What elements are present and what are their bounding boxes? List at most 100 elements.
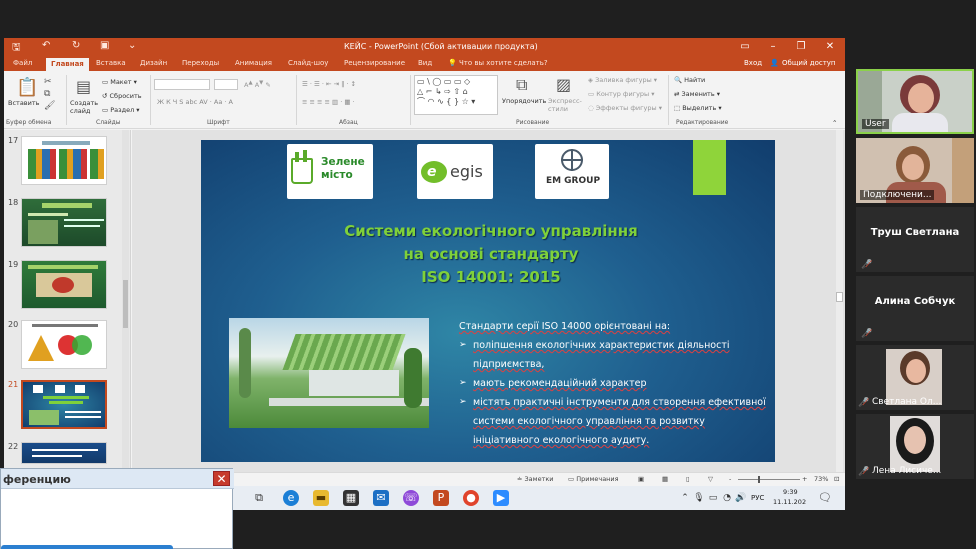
customize-qat-icon[interactable]: ⌄ bbox=[128, 40, 136, 51]
slideshow-view-icon[interactable]: ▽ bbox=[708, 475, 713, 483]
thumbnail-22[interactable] bbox=[21, 442, 107, 464]
mail-icon[interactable]: ✉ bbox=[373, 490, 389, 506]
quick-styles-icon[interactable]: ▨ bbox=[556, 75, 571, 94]
volume-icon[interactable]: 🔊 bbox=[733, 490, 749, 506]
align-buttons[interactable]: ≡ ≡ ≡ ≡ ▥ · ▦ · bbox=[302, 98, 355, 106]
thumbs-scrollbar[interactable] bbox=[122, 130, 129, 503]
new-slide-button[interactable]: Создать слайд bbox=[70, 99, 100, 115]
notifications-icon[interactable]: 🗨 bbox=[817, 490, 833, 506]
comments-button[interactable]: ▭ Примечания bbox=[568, 475, 619, 483]
share-icon[interactable]: 👤 bbox=[770, 59, 779, 67]
participant-tile[interactable]: User bbox=[856, 69, 974, 134]
zoom-slider[interactable] bbox=[738, 479, 800, 480]
tab-transitions[interactable]: Переходы bbox=[182, 59, 219, 67]
new-slide-icon[interactable]: ▤ bbox=[76, 77, 91, 96]
zoom-in-button[interactable]: + bbox=[802, 475, 807, 483]
font-name-combo[interactable] bbox=[154, 79, 210, 90]
clock-date[interactable]: 11.11.202 bbox=[773, 498, 806, 506]
paste-icon[interactable]: 📋 bbox=[16, 77, 38, 98]
reading-view-icon[interactable]: ▯ bbox=[686, 475, 690, 483]
collapse-ribbon-icon[interactable]: ⌃ bbox=[832, 119, 837, 127]
green-building-photo[interactable] bbox=[229, 318, 429, 428]
tab-slideshow[interactable]: Слайд-шоу bbox=[288, 59, 328, 67]
thumbnail-17[interactable] bbox=[21, 136, 107, 185]
present-icon[interactable]: ▣ bbox=[100, 40, 109, 51]
thumbnail-18[interactable] bbox=[21, 198, 107, 247]
participant-tile[interactable]: Подключени... bbox=[856, 138, 974, 203]
store-icon[interactable]: ▦ bbox=[343, 490, 359, 506]
layout-button[interactable]: ▭ Макет ▾ bbox=[102, 78, 137, 86]
cut-icon[interactable]: ✂ bbox=[44, 77, 52, 87]
reset-button[interactable]: ↺ Сбросить bbox=[102, 92, 142, 100]
participant-tile[interactable]: 🎤̸ Светлана Ол... bbox=[856, 345, 974, 410]
edge-icon[interactable]: e bbox=[283, 490, 299, 506]
undo-icon[interactable]: ↶ bbox=[42, 40, 50, 51]
paste-button[interactable]: Вставить bbox=[8, 99, 39, 107]
notes-button[interactable]: ≐ Заметки bbox=[517, 475, 554, 483]
thumbnail-21[interactable] bbox=[21, 380, 107, 429]
save-icon[interactable]: 🖫 bbox=[12, 40, 21, 57]
tell-me-input[interactable]: Что вы хотите сделать? bbox=[459, 59, 548, 67]
chrome-icon[interactable]: ● bbox=[463, 490, 479, 506]
language-indicator[interactable]: РУС bbox=[751, 494, 764, 502]
close-button[interactable]: ✕ bbox=[817, 39, 843, 55]
tab-view[interactable]: Вид bbox=[418, 59, 432, 67]
thumbnail-20[interactable] bbox=[21, 320, 107, 369]
viber-icon[interactable]: ☏ bbox=[403, 490, 419, 506]
zoom-out-button[interactable]: - bbox=[729, 475, 731, 483]
redo-icon[interactable]: ↻ bbox=[72, 40, 80, 51]
signin-link[interactable]: Вход bbox=[744, 59, 762, 67]
grow-font-button[interactable]: A▲ A▼ ✎ bbox=[244, 80, 271, 89]
font-size-combo[interactable] bbox=[214, 79, 238, 90]
tab-file[interactable]: Файл bbox=[13, 59, 32, 67]
participant-tile[interactable]: 🎤̸ Лена Лисиче... bbox=[856, 414, 974, 479]
zoom-icon[interactable]: ▶ bbox=[493, 490, 509, 506]
normal-view-icon[interactable]: ▣ bbox=[638, 475, 644, 483]
participant-tile[interactable]: Труш Светлана 🎤̸ bbox=[856, 207, 974, 272]
find-button[interactable]: 🔍 Найти bbox=[674, 76, 705, 84]
arrange-icon[interactable]: ⧉ bbox=[516, 75, 527, 95]
em-group-text: EM GROUP bbox=[545, 176, 601, 186]
quick-styles-button[interactable]: Экспресс-стили bbox=[548, 97, 584, 113]
section-button[interactable]: ▭ Раздел ▾ bbox=[102, 106, 140, 114]
slide-sorter-icon[interactable]: ▦ bbox=[662, 475, 668, 483]
shapes-gallery[interactable]: ▭ \ ◯ ▭ ▭ ◇ △ ⌐ ↳ ⇨ ⇧ ⌂ ⌒ ◠ ∿ { } ☆ ▾ bbox=[414, 75, 498, 115]
conference-dialog-header: ференцию ✕ bbox=[1, 469, 234, 489]
zoom-level[interactable]: 73% bbox=[814, 475, 828, 483]
share-button[interactable]: Общий доступ bbox=[782, 59, 836, 67]
thumb-number: 20 bbox=[8, 320, 19, 329]
copy-icon[interactable]: ⧉ bbox=[44, 89, 50, 99]
file-explorer-icon[interactable]: ▬ bbox=[313, 490, 329, 506]
powerpoint-icon[interactable]: P bbox=[433, 490, 449, 506]
zoom-slider-thumb[interactable] bbox=[758, 476, 760, 483]
editor-scrollbar[interactable] bbox=[836, 130, 843, 472]
participant-tile[interactable]: Алина Собчук 🎤̸ bbox=[856, 276, 974, 341]
shape-outline-button[interactable]: ▭ Контур фигуры ▾ bbox=[588, 90, 655, 98]
format-painter-icon[interactable]: 🖌 bbox=[44, 101, 55, 111]
participant-name: Светлана Ол... bbox=[872, 397, 942, 407]
ribbon-display-icon[interactable]: ▭ bbox=[732, 39, 758, 55]
font-format-buttons[interactable]: Ж К Ч S abc AV · Aa · A bbox=[157, 98, 233, 106]
task-view-icon[interactable]: ⧉ bbox=[251, 490, 267, 506]
shape-fill-button[interactable]: ◈ Заливка фигуры ▾ bbox=[588, 76, 657, 84]
tab-home[interactable]: Главная bbox=[46, 58, 89, 71]
tab-design[interactable]: Дизайн bbox=[140, 59, 167, 67]
minimize-button[interactable]: – bbox=[760, 39, 786, 55]
clock-time[interactable]: 9:39 bbox=[783, 488, 798, 496]
slide-canvas[interactable]: Зелене місто e egis EM GROUP Системи еко… bbox=[201, 140, 775, 462]
tab-review[interactable]: Рецензирование bbox=[344, 59, 405, 67]
maximize-button[interactable]: ❐ bbox=[788, 39, 814, 55]
slide-title[interactable]: Системи екологічного управління на основ… bbox=[301, 220, 681, 289]
replace-button[interactable]: ⇄ Заменить ▾ bbox=[674, 90, 720, 98]
tab-animations[interactable]: Анимация bbox=[235, 59, 272, 67]
select-button[interactable]: ⬚ Выделить ▾ bbox=[674, 104, 722, 112]
shape-effects-button[interactable]: ◌ Эффекты фигуры ▾ bbox=[588, 104, 662, 112]
list-buttons[interactable]: ☰ · ☰ · ⇤ ⇥ ‖ · ↕ bbox=[302, 80, 356, 88]
slide-body-text[interactable]: Стандарти серії ISO 14000 орієнтовані на… bbox=[459, 317, 769, 450]
dialog-button-edge[interactable] bbox=[1, 545, 173, 549]
fit-to-window-icon[interactable]: ⊡ bbox=[834, 475, 839, 483]
close-icon[interactable]: ✕ bbox=[213, 471, 230, 486]
thumbnail-19[interactable] bbox=[21, 260, 107, 309]
arrange-button[interactable]: Упорядочить bbox=[502, 97, 546, 105]
tab-insert[interactable]: Вставка bbox=[96, 59, 126, 67]
